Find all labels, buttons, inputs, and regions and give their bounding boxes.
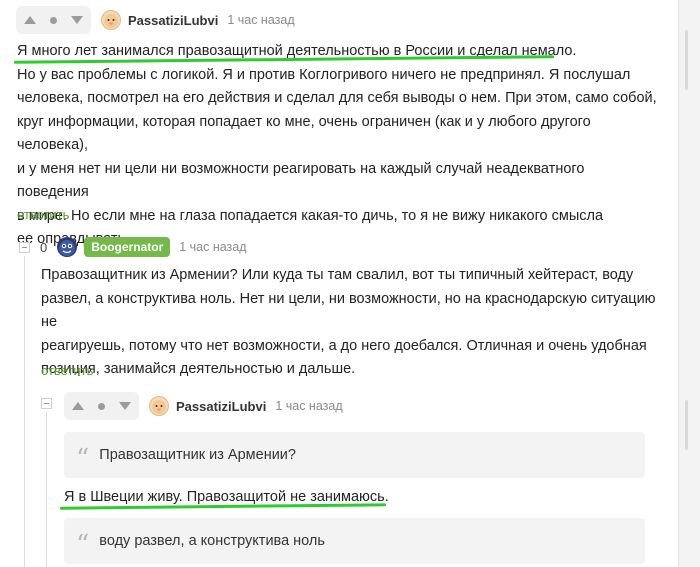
comment-line: и у меня нет ни цели ни возможности реаг… — [17, 160, 585, 201]
timestamp[interactable]: 1 час назад — [275, 399, 342, 413]
hamster-avatar[interactable] — [149, 396, 169, 416]
vote-box — [64, 392, 139, 420]
arrow-up-icon[interactable] — [72, 402, 84, 410]
rail-segment[interactable] — [685, 30, 688, 90]
thread-line — [46, 412, 47, 567]
comment-line: человека, посмотрел на его действия и сд… — [17, 90, 657, 106]
comment-header: PassatiziLubvi 1 час назад — [16, 6, 295, 34]
reply-link[interactable]: ответить — [41, 363, 93, 378]
timestamp[interactable]: 1 час назад — [179, 240, 246, 254]
hamster-avatar[interactable] — [101, 10, 121, 30]
comment-line: развел, а конструктива ноль. Нет ни цели… — [41, 290, 656, 331]
quote-block: “ Правозащитник из Армении? — [64, 432, 645, 478]
author-name[interactable]: Boogernator — [84, 237, 171, 257]
comment-line: реагируешь, потому что нет возможности, … — [41, 337, 647, 354]
quote-block: “ воду развел, а конструктива ноль — [64, 518, 645, 564]
vote-count: 0 — [40, 239, 48, 255]
comment-body: Правозащитник из Армении? Или куда ты та… — [41, 264, 661, 382]
comment-line: Но у вас проблемы с логикой. Я и против … — [17, 66, 631, 83]
author-name[interactable]: PassatiziLubvi — [128, 13, 218, 28]
quote-icon: “ — [76, 444, 90, 474]
arrow-down-icon[interactable] — [119, 402, 131, 410]
rail-segment[interactable] — [685, 400, 688, 450]
arrow-up-icon[interactable] — [24, 16, 36, 24]
comment-header: 0 Boogernator 1 час назад — [40, 233, 247, 261]
dot-icon — [50, 16, 57, 24]
comment-line: Правозащитник из Армении? Или куда ты та… — [41, 267, 634, 283]
quote-text: Правозащитник из Армении? — [99, 447, 296, 463]
quote-icon: “ — [76, 530, 90, 560]
monster-avatar[interactable] — [57, 237, 78, 257]
dot-icon — [98, 402, 105, 410]
right-rail — [678, 0, 700, 567]
comment-header: PassatiziLubvi 1 час назад — [64, 392, 343, 420]
arrow-down-icon[interactable] — [71, 16, 83, 24]
reply-link[interactable]: ответить — [17, 207, 69, 222]
timestamp[interactable]: 1 час назад — [227, 13, 294, 27]
vote-box — [16, 6, 91, 34]
comment-line: позиция, занимайся деятельностью и дальш… — [41, 361, 356, 377]
comment-line: в мире. Но если мне на глаза попадается … — [17, 207, 604, 224]
collapse-icon[interactable] — [19, 242, 30, 253]
thread-line — [24, 256, 25, 567]
quote-text: воду развел, а конструктива ноль — [99, 533, 325, 549]
collapse-icon[interactable] — [41, 398, 52, 409]
comment-body: Я много лет занимался правозащитной деят… — [17, 40, 657, 252]
comment-line: круг информации, которая попадает ко мне… — [17, 113, 591, 154]
author-name[interactable]: PassatiziLubvi — [176, 399, 266, 414]
